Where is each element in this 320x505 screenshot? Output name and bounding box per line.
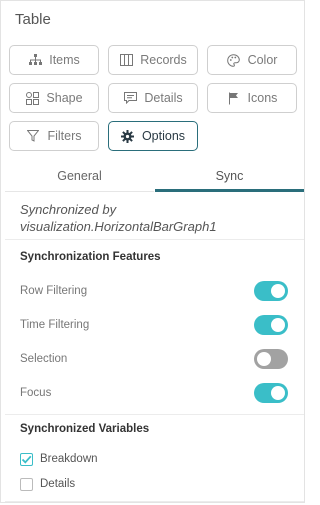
options-button[interactable]: Options — [108, 121, 198, 151]
selection-label: Selection — [20, 353, 68, 365]
settings-tabs: General Sync — [5, 164, 304, 192]
checkmark-icon — [21, 455, 32, 464]
tab-sync[interactable]: Sync — [155, 164, 304, 192]
tab-general[interactable]: General — [5, 164, 154, 192]
synchronization-features-title: Synchronization Features — [20, 251, 161, 263]
selection-toggle[interactable] — [254, 349, 288, 369]
synchronized-by-source: visualization.HorizontalBarGraph1 — [20, 219, 217, 234]
divider — [5, 239, 304, 240]
color-button[interactable]: Color — [207, 45, 297, 75]
toggle-knob — [271, 284, 285, 298]
toggle-knob — [257, 352, 271, 366]
filters-button-label: Filters — [47, 129, 82, 143]
palette-icon — [227, 53, 241, 67]
icons-button-label: Icons — [247, 91, 278, 105]
row-filtering-toggle[interactable] — [254, 281, 288, 301]
funnel-icon — [26, 129, 40, 143]
focus-toggle[interactable] — [254, 383, 288, 403]
records-button[interactable]: Records — [108, 45, 198, 75]
details-button-label: Details — [144, 91, 183, 105]
shapes-icon — [25, 91, 39, 105]
shape-button-label: Shape — [46, 91, 83, 105]
time-filtering-label: Time Filtering — [20, 319, 90, 331]
flag-icon — [227, 91, 241, 105]
focus-label: Focus — [20, 387, 52, 399]
details-button[interactable]: Details — [108, 83, 198, 113]
shape-button[interactable]: Shape — [9, 83, 99, 113]
gear-icon — [121, 129, 135, 143]
toggle-knob — [271, 386, 285, 400]
details-checkbox[interactable] — [20, 478, 33, 491]
panel-title: Table — [15, 11, 51, 28]
icons-button[interactable]: Icons — [207, 83, 297, 113]
divider — [5, 501, 304, 502]
breakdown-label: Breakdown — [40, 453, 98, 465]
synchronized-variables-title: Synchronized Variables — [20, 423, 150, 435]
items-button[interactable]: Items — [9, 45, 99, 75]
items-button-label: Items — [49, 53, 80, 67]
details-variable-label: Details — [40, 478, 76, 490]
time-filtering-toggle[interactable] — [254, 315, 288, 335]
breakdown-checkbox[interactable] — [20, 453, 33, 466]
properties-panel: Table Items Records Color Shape Details — [0, 0, 305, 503]
row-filtering-label: Row Filtering — [20, 285, 88, 297]
columns-icon — [119, 53, 133, 67]
filters-button[interactable]: Filters — [9, 121, 99, 151]
color-button-label: Color — [247, 53, 278, 67]
synchronized-by-label: Synchronized by — [20, 202, 117, 217]
toggle-knob — [271, 318, 285, 332]
hierarchy-icon — [28, 53, 42, 67]
divider — [5, 414, 304, 415]
synchronized-by-text: Synchronized by visualization.Horizontal… — [20, 201, 217, 235]
options-button-label: Options — [141, 129, 186, 143]
records-button-label: Records — [140, 53, 187, 67]
speech-bubble-icon — [123, 91, 137, 105]
